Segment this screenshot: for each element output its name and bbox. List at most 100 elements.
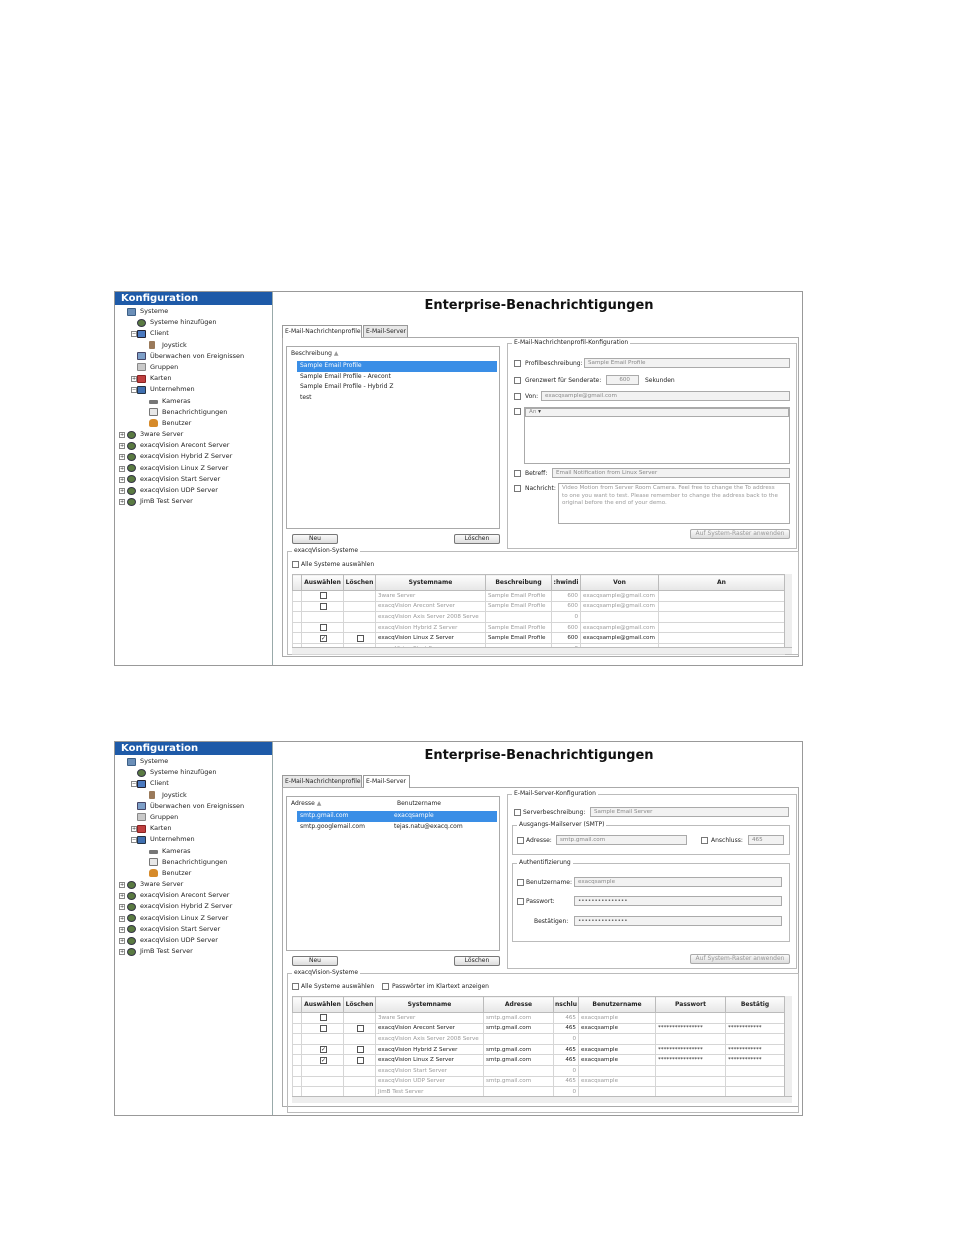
column-header[interactable]: Benutzername xyxy=(578,996,656,1013)
column-header-address[interactable]: Adresse ▲ xyxy=(291,800,321,807)
delete-cell[interactable] xyxy=(343,1075,376,1088)
select-cell[interactable]: ✓ xyxy=(301,632,344,644)
delete-cell[interactable] xyxy=(343,600,376,613)
column-header[interactable]: :hwindi xyxy=(551,574,581,591)
grid-checkbox[interactable] xyxy=(357,1046,364,1054)
table-row[interactable]: exacqVision Hybrid Z Server Sample Email … xyxy=(292,621,785,634)
recipient-list[interactable]: An ▾ xyxy=(524,407,790,464)
table-row[interactable]: exacqVision Arecont Server Sample Email P… xyxy=(292,600,785,613)
new-button[interactable]: Neu xyxy=(292,956,338,966)
select-cell[interactable] xyxy=(301,600,344,613)
delete-cell[interactable] xyxy=(343,632,376,644)
grid-checkbox[interactable]: ✓ xyxy=(320,1056,327,1064)
sidebar-item[interactable]: Joystick xyxy=(115,790,272,801)
profile-list[interactable]: Beschreibung ▲ Sample Email Profile Samp… xyxy=(286,346,500,529)
table-row[interactable]: 3ware Server Sample Email Profile 600 exacq… xyxy=(292,590,785,602)
from-field[interactable]: exacqsample@gmail.com xyxy=(541,391,790,401)
delete-cell[interactable] xyxy=(343,1033,376,1045)
list-item[interactable]: Sample Email Profile xyxy=(297,361,497,372)
username-field[interactable]: exacqsample xyxy=(574,877,782,887)
sidebar-item[interactable]: Kameras xyxy=(115,396,272,407)
sidebar-item[interactable]: + exacqVision Arecont Server xyxy=(115,440,272,451)
delete-cell[interactable] xyxy=(343,1022,376,1035)
horizontal-scrollbar[interactable] xyxy=(292,1096,792,1103)
to-checkbox[interactable] xyxy=(514,408,521,415)
grid-checkbox[interactable] xyxy=(320,1014,327,1022)
sidebar-item[interactable]: Benachrichtigungen xyxy=(115,857,272,868)
sidebar-item[interactable]: + Karten xyxy=(115,373,272,384)
grid-checkbox[interactable] xyxy=(357,634,364,642)
sidebar-item[interactable]: + exacqVision Start Server xyxy=(115,924,272,935)
sidebar-item[interactable]: Systeme hinzufügen xyxy=(115,767,272,778)
server-desc-field[interactable]: Sample Email Server xyxy=(590,807,789,817)
tab-email-server[interactable]: E-Mail-Server xyxy=(363,775,410,788)
table-row[interactable]: exacqVision Axis Server 2008 Serve 0 xyxy=(292,611,785,623)
select-cell[interactable] xyxy=(301,1012,344,1024)
expand-icon[interactable]: + xyxy=(119,938,125,944)
server-list[interactable]: Adresse ▲ Benutzername smtp.gmail.com exa… xyxy=(286,796,500,951)
delete-cell[interactable] xyxy=(343,1064,376,1077)
server-desc-checkbox[interactable] xyxy=(514,809,521,816)
list-item[interactable]: smtp.gmail.com exacqsample xyxy=(297,811,497,822)
delete-cell[interactable] xyxy=(343,1012,376,1024)
delete-cell[interactable] xyxy=(343,1043,376,1056)
sidebar-item[interactable]: Joystick xyxy=(115,340,272,351)
table-row[interactable]: exacqVision Arecont Server smtp.gmail.com… xyxy=(292,1022,785,1035)
address-checkbox[interactable] xyxy=(517,837,524,844)
new-button[interactable]: Neu xyxy=(292,534,338,544)
column-header[interactable]: Systemname xyxy=(375,996,484,1013)
sidebar-item[interactable]: +3ware Server xyxy=(115,429,272,440)
username-checkbox[interactable] xyxy=(517,879,524,886)
sidebar-item[interactable]: − Unternehmen xyxy=(115,384,272,395)
select-cell[interactable] xyxy=(301,590,344,602)
vertical-scrollbar[interactable] xyxy=(784,996,792,1096)
to-dropdown[interactable]: An ▾ xyxy=(525,408,789,417)
apply-to-system-grid-button[interactable]: Auf System-Raster anwenden xyxy=(690,954,790,964)
confirm-field[interactable]: ••••••••••••••• xyxy=(574,916,782,926)
column-header[interactable]: Bestätig xyxy=(725,996,785,1013)
column-header[interactable]: Systemname xyxy=(375,574,486,591)
table-row[interactable]: 3ware Server smtp.gmail.com 465 exacqsample xyxy=(292,1012,785,1024)
expand-icon[interactable]: + xyxy=(119,882,125,889)
sidebar-item[interactable]: Benutzer xyxy=(115,868,272,879)
sidebar-item[interactable]: + exacqVision Hybrid Z Server xyxy=(115,901,272,912)
sidebar-item[interactable]: +3ware Server xyxy=(115,879,272,890)
expand-icon[interactable]: + xyxy=(119,893,125,900)
delete-button[interactable]: Löschen xyxy=(454,956,500,966)
sidebar-item[interactable]: Kameras xyxy=(115,846,272,857)
sidebar-item[interactable]: Benachrichtigungen xyxy=(115,407,272,418)
list-item[interactable]: Sample Email Profile - Hybrid Z xyxy=(297,382,497,393)
column-header[interactable]: An xyxy=(658,574,785,591)
delete-cell[interactable] xyxy=(343,621,376,634)
address-field[interactable]: smtp.gmail.com xyxy=(556,835,687,845)
delete-cell[interactable] xyxy=(343,611,376,623)
sidebar-item[interactable]: Gruppen xyxy=(115,812,272,823)
column-header[interactable]: Beschreibung xyxy=(485,574,552,591)
expand-icon[interactable]: + xyxy=(119,949,125,956)
list-item[interactable]: Sample Email Profile - Arecont xyxy=(297,372,497,383)
expand-icon[interactable]: + xyxy=(119,454,125,461)
sidebar-item[interactable]: Gruppen xyxy=(115,362,272,373)
sidebar-item[interactable]: + exacqVision UDP Server xyxy=(115,935,272,946)
column-header[interactable]: Adresse xyxy=(483,996,554,1013)
expand-icon[interactable]: + xyxy=(119,499,125,506)
sidebar-item[interactable]: + exacqVision UDP Server xyxy=(115,485,272,496)
sidebar-item[interactable]: Überwachen von Ereignissen xyxy=(115,351,272,362)
grid-checkbox[interactable]: ✓ xyxy=(320,634,327,642)
expand-icon[interactable]: + xyxy=(119,432,125,439)
table-row[interactable]: ✓ exacqVision Linux Z Server Sample Email … xyxy=(292,632,785,644)
sidebar-item[interactable]: + JimB Test Server xyxy=(115,946,272,957)
message-field[interactable]: Video Motion from Server Room Camera. Fe… xyxy=(558,483,790,524)
sidebar-item[interactable]: − Unternehmen xyxy=(115,834,272,845)
column-header[interactable]: Auswählen xyxy=(301,574,344,591)
column-header[interactable]: Auswählen xyxy=(301,996,344,1013)
sidebar-item[interactable]: Systeme xyxy=(115,306,272,317)
sidebar-item[interactable]: + exacqVision Hybrid Z Server xyxy=(115,451,272,462)
delete-cell[interactable] xyxy=(343,1054,376,1066)
sidebar-item[interactable]: Systeme xyxy=(115,756,272,767)
column-header[interactable]: Passwort xyxy=(655,996,726,1013)
list-item[interactable]: test xyxy=(297,393,497,404)
port-checkbox[interactable] xyxy=(701,837,708,844)
select-cell[interactable] xyxy=(301,611,344,623)
message-checkbox[interactable] xyxy=(514,485,521,492)
